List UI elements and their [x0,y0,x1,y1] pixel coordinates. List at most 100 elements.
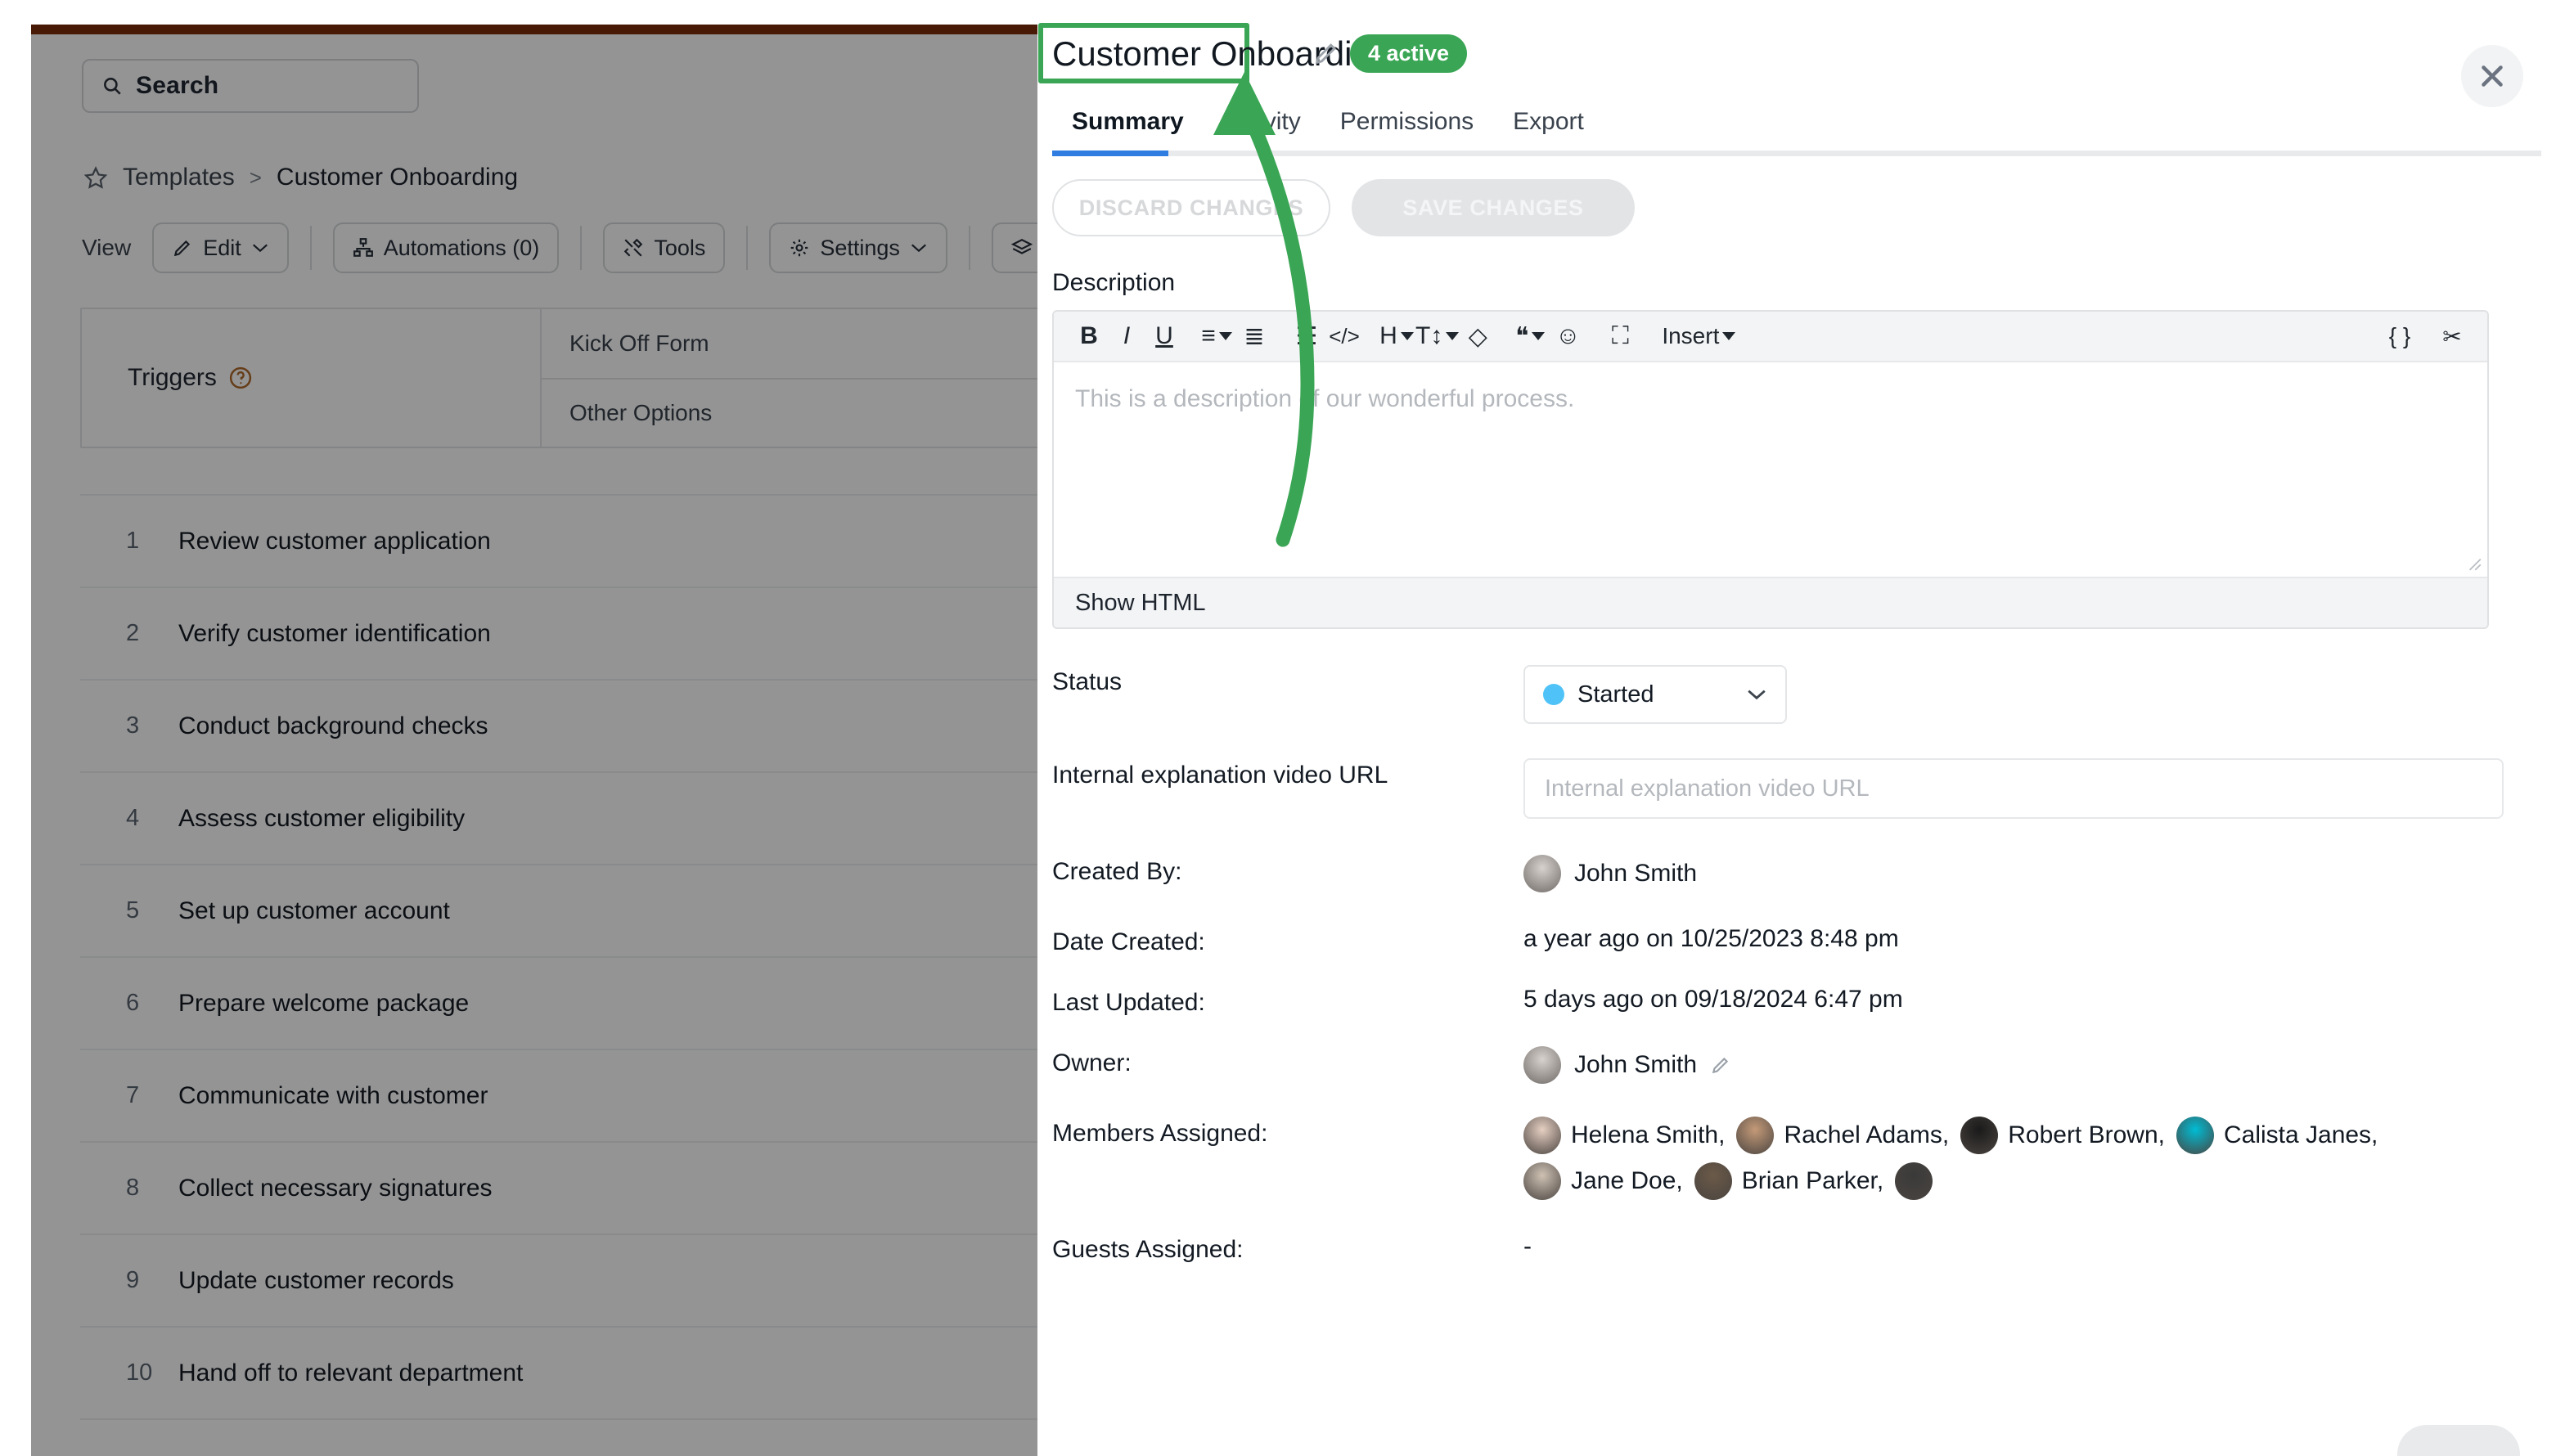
guests-value: - [1523,1233,1532,1260]
automations-button[interactable]: Automations (0) [332,222,560,273]
owner-value: John Smith [1574,1051,1698,1078]
fullscreen-icon[interactable]: ⛶ [1601,317,1639,355]
close-icon [2482,65,2503,87]
task-number: 6 [126,990,140,1016]
bold-icon[interactable]: B [1070,317,1108,355]
edit-button[interactable]: Edit [152,222,289,273]
search-placeholder: Search [136,72,219,99]
tab-permissions[interactable]: Permissions [1321,108,1493,151]
tab-summary[interactable]: Summary [1052,108,1204,151]
bottom-action-button[interactable] [2397,1425,2520,1456]
avatar [1523,855,1561,892]
description-label: Description [1052,269,1176,296]
member-chip[interactable]: Jane Doe, [1523,1162,1683,1200]
tabs-underline [1052,151,2541,156]
member-name: Brian Parker, [1741,1167,1884,1194]
pencil-icon[interactable] [1710,1054,1731,1076]
task-number: 7 [126,1082,140,1108]
tab-activity[interactable]: Activity [1204,108,1321,151]
created-by-row: Created By: John Smith [1037,855,2556,892]
date-created-label: Date Created: [1052,928,1205,955]
active-tab-indicator [1052,151,1168,156]
pencil-icon [174,240,191,257]
cut-off-field-row [1037,1300,2556,1328]
heading-icon[interactable]: H [1378,317,1415,355]
star-icon[interactable] [83,165,108,190]
status-field-row: Status Started [1037,665,2556,724]
scissors-icon[interactable]: ✂ [2433,317,2471,355]
modal-header: Customer Onboarding 4 active [1037,0,2556,107]
quote-icon[interactable]: ❝ [1511,317,1549,355]
status-select[interactable]: Started [1523,665,1787,724]
video-url-label: Internal explanation video URL [1052,762,1388,789]
guests-label: Guests Assigned: [1052,1236,1244,1263]
align-icon[interactable]: ≡ [1198,317,1235,355]
task-number: 9 [126,1267,140,1293]
member-chip[interactable]: Rachel Adams, [1736,1117,1949,1154]
chevron-down-icon [1218,332,1232,340]
last-updated-value: 5 days ago on 09/18/2024 6:47 pm [1523,986,1903,1013]
date-created-row: Date Created: a year ago on 10/25/2023 8… [1037,925,2556,956]
code-icon[interactable]: </> [1325,317,1363,355]
toolbar-divider [968,226,970,270]
close-button[interactable] [2461,45,2523,107]
font-size-icon[interactable]: T↕ [1415,317,1460,355]
insert-menu[interactable]: Insert [1654,317,1744,355]
settings-button[interactable]: Settings [769,222,947,273]
created-by-label: Created By: [1052,858,1182,885]
chevron-down-icon [911,244,926,253]
triggers-label-cell: Triggers [82,309,540,447]
code-braces-icon[interactable]: { } [2381,317,2419,355]
triggers-label: Triggers [128,364,217,391]
avatar [1895,1162,1933,1200]
tools-button[interactable]: Tools [603,222,726,273]
owner-row: Owner: John Smith [1037,1046,2556,1084]
member-chip[interactable]: Robert Brown, [1960,1117,2165,1154]
member-name: Jane Doe, [1571,1167,1683,1194]
avatar [2176,1117,2214,1154]
search-input[interactable]: Search [82,59,419,113]
avatar [1960,1117,1999,1154]
unordered-list-icon[interactable]: ☰ [1288,317,1325,355]
chevron-down-icon [252,244,268,253]
save-changes-button[interactable]: SAVE CHANGES [1352,179,1635,236]
gear-icon [791,239,808,257]
chevron-down-icon [1446,332,1460,340]
editor-placeholder: This is a description of our wonderful p… [1075,385,1575,412]
toolbar-divider [746,226,749,270]
video-url-field-row: Internal explanation video URL Internal … [1037,758,2556,819]
pencil-icon[interactable] [1312,39,1340,67]
layers-icon [1010,239,1033,254]
member-name: Helena Smith, [1571,1121,1726,1148]
tools-button-label: Tools [654,235,706,260]
guests-assigned-row: Guests Assigned: - [1037,1233,2556,1264]
editor-text-area[interactable]: This is a description of our wonderful p… [1054,362,2487,577]
owner-label: Owner: [1052,1049,1132,1076]
member-chip[interactable]: Brian Parker, [1694,1162,1883,1200]
text-color-icon[interactable]: ◇ [1459,317,1496,355]
video-url-input[interactable]: Internal explanation video URL [1523,758,2504,819]
chevron-down-icon [1748,690,1766,700]
show-html-button[interactable]: Show HTML [1054,577,2487,627]
chevron-down-icon [1722,332,1736,340]
italic-icon[interactable]: I [1108,317,1145,355]
editor-toolbar: B I U ≡ ≣ ☰ </> H T↕ ◇ ❝ ☺ ⛶ Insert { } ✂ [1054,312,2487,362]
member-chip[interactable] [1895,1162,1933,1200]
member-chip[interactable]: Calista Janes, [2176,1117,2378,1154]
settings-button-label: Settings [820,235,900,260]
toolbar-divider [309,226,312,270]
breadcrumb-templates[interactable]: Templates [123,164,235,191]
question-circle-icon[interactable] [228,366,253,390]
last-updated-label: Last Updated: [1052,989,1205,1016]
automations-button-label: Automations (0) [383,235,540,260]
underline-icon[interactable]: U [1145,317,1183,355]
member-name: Robert Brown, [2008,1121,2165,1148]
emoji-icon[interactable]: ☺ [1549,317,1586,355]
created-by-value: John Smith [1574,860,1698,887]
tab-export[interactable]: Export [1493,108,1604,151]
discard-changes-button[interactable]: DISCARD CHANGES [1052,179,1330,236]
resize-handle-icon[interactable] [2464,554,2482,572]
sitemap-icon [353,238,373,257]
member-chip[interactable]: Helena Smith, [1523,1117,1725,1154]
ordered-list-icon[interactable]: ≣ [1235,317,1273,355]
